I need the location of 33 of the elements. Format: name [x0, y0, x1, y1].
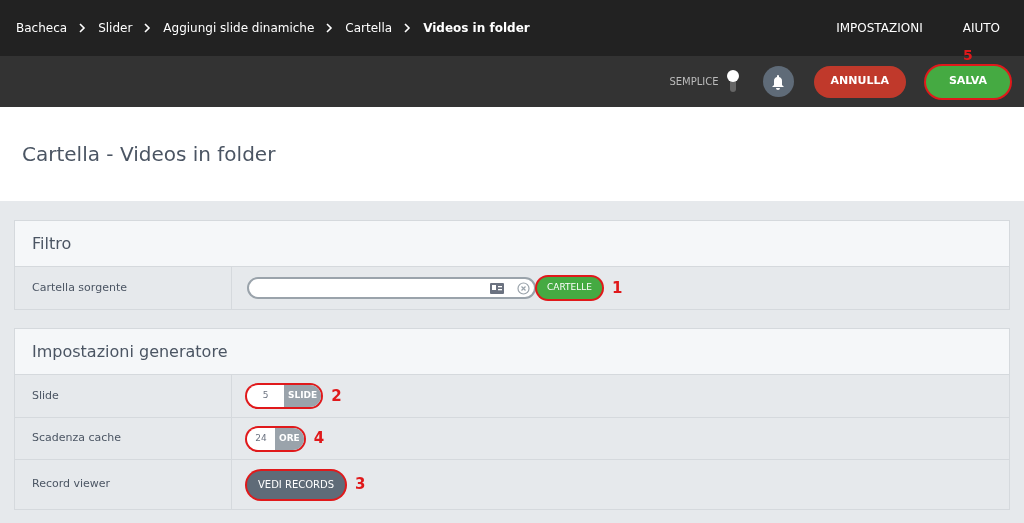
menu-link[interactable]: AIUTO [962, 19, 1000, 37]
folder-input-field[interactable] [247, 277, 536, 299]
breadcrumb-link[interactable]: Bacheca [16, 19, 68, 37]
annotation-number: 5 [963, 45, 973, 65]
field-label: Scadenza cache [32, 430, 122, 447]
panel-title: Impostazioni generatore [32, 340, 228, 363]
breadcrumb-link[interactable]: Cartella [345, 19, 393, 37]
cancel-button[interactable]: ANNULLA [813, 65, 906, 98]
field-label: Record viewer [32, 476, 111, 493]
annotation-number: 2 [331, 385, 342, 407]
field-label: Cartella sorgente [32, 279, 127, 296]
chevron-icon [326, 23, 334, 33]
field-label: Slide [32, 387, 59, 404]
annotation-number: 4 [313, 428, 325, 450]
chevron-icon [144, 23, 152, 33]
number-input-field[interactable]: 5 SLIDE [247, 385, 322, 407]
breadcrumb-link[interactable]: Aggiungi slide dinamiche [163, 19, 315, 37]
page-title: Cartella - Videos in folder [22, 141, 276, 168]
annotation-number: 3 [355, 474, 366, 496]
breadcrumb-link[interactable]: Videos in folder [423, 19, 530, 37]
view-records-button[interactable]: VEDI RECORDS [247, 470, 346, 499]
number-input-field[interactable]: 24 ORE [247, 427, 304, 450]
breadcrumb-link[interactable]: Slider [98, 19, 133, 37]
chevron-icon [404, 23, 412, 33]
clear-icon[interactable] [517, 281, 530, 295]
mode-toggle[interactable] [726, 69, 739, 94]
annotation-number: 1 [611, 277, 623, 299]
chevron-icon [79, 23, 87, 33]
mode-label: SEMPLICE [669, 75, 719, 89]
panel-title: Filtro [32, 232, 72, 255]
menu-link[interactable]: IMPOSTAZIONI [836, 19, 923, 37]
notification-bell-icon[interactable] [762, 66, 794, 97]
id-card-icon[interactable] [490, 282, 504, 294]
